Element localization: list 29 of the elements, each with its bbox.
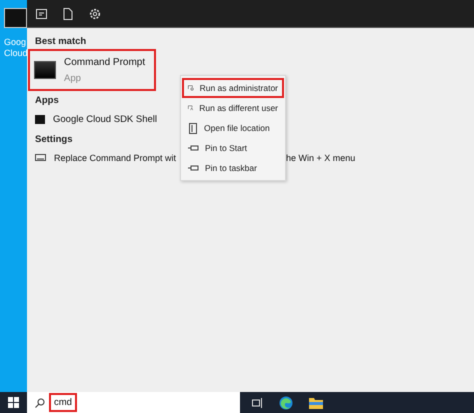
app-window-icon[interactable] xyxy=(36,8,47,18)
section-heading: Best match xyxy=(34,35,88,49)
desktop-icon-label: Goog xyxy=(4,37,27,48)
search-query: cmd xyxy=(49,393,77,412)
folder-icon[interactable] xyxy=(309,396,323,408)
menu-item[interactable]: Open file location xyxy=(182,118,284,138)
terminal-icon xyxy=(35,114,45,124)
window-shield-icon xyxy=(188,83,194,93)
task-view-icon[interactable] xyxy=(252,398,263,408)
terminal-icon xyxy=(34,61,56,79)
document-icon[interactable] xyxy=(63,8,73,20)
pin-icon xyxy=(188,144,199,152)
monitor-icon xyxy=(35,154,46,162)
search-field[interactable]: cmd xyxy=(27,392,240,413)
search-result[interactable]: Command Prompt App xyxy=(28,49,156,91)
menu-item[interactable]: Pin to Start xyxy=(182,138,284,158)
settings-icon[interactable] xyxy=(89,8,101,20)
menu-item[interactable]: Run as administrator xyxy=(182,78,284,98)
menu-item[interactable]: Pin to taskbar xyxy=(182,158,284,178)
search-icon xyxy=(35,398,45,408)
browser-icon[interactable] xyxy=(279,396,293,410)
file-location-icon xyxy=(188,122,198,134)
pin-icon xyxy=(188,164,199,172)
section-heading: Settings xyxy=(34,133,74,147)
windows-logo-icon[interactable] xyxy=(8,397,19,408)
terminal-shortcut-icon[interactable] xyxy=(4,8,27,28)
desktop-icon-label: Cloud xyxy=(4,48,27,59)
window-user-icon xyxy=(188,103,194,113)
menu-item[interactable]: Run as different user xyxy=(182,98,284,118)
